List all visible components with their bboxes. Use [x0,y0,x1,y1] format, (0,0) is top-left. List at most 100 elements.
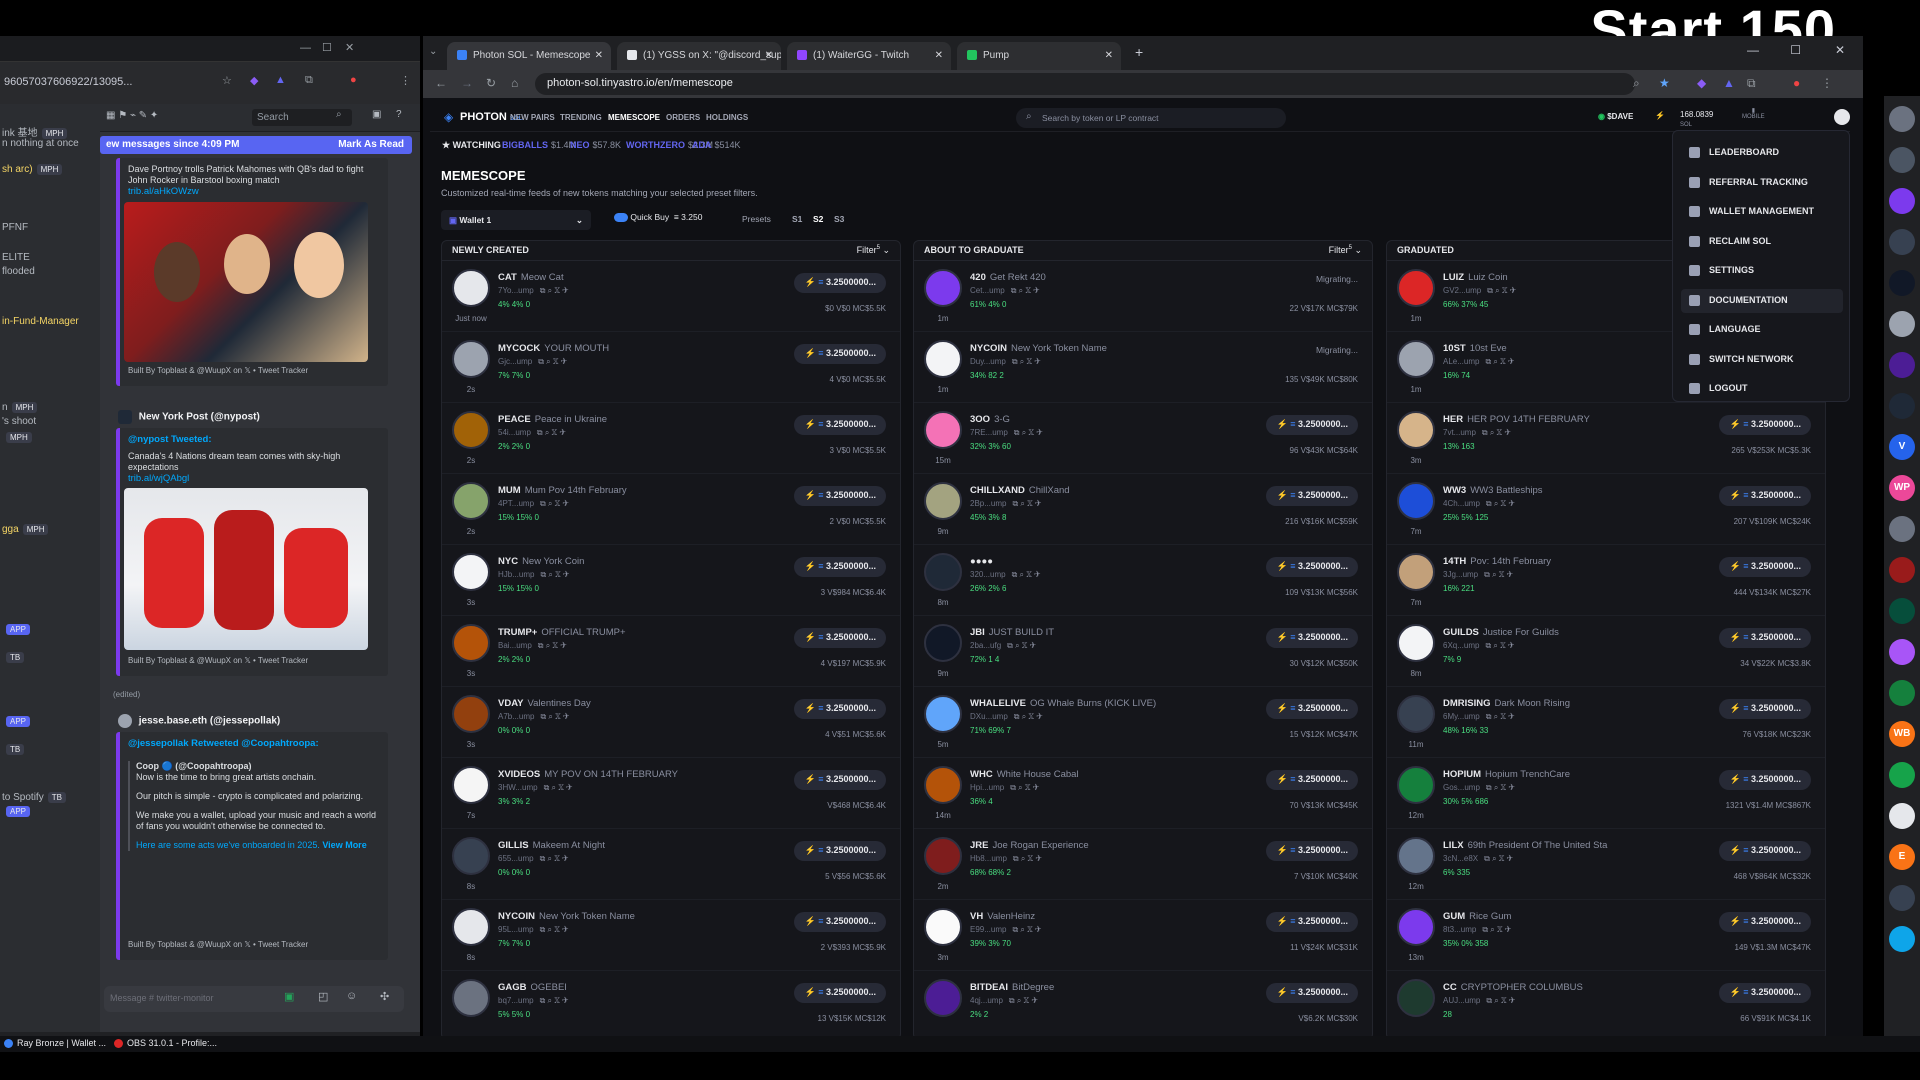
extension-icon[interactable]: ◆ [1697,76,1706,90]
threads-icon[interactable]: ▦ ⚑ ⌁ ✎ ✦ [106,110,158,121]
tab-1[interactable]: (1) YGSS on X: "@discord_supp ✕ [617,42,781,70]
channel-item[interactable]: MPH [2,432,35,443]
token-row[interactable]: 2s PEACE Peace in Ukraine 54i...ump ⧉ ⌕ 𝕏 ✈ 2… [442,403,900,474]
sidebar-app-icon[interactable] [1889,598,1915,624]
menu-item-reclaim-sol[interactable]: RECLAIM SOL [1681,230,1843,254]
quick-buy-button[interactable]: ⚡ ≡ 3.2500000... [1719,415,1811,435]
channel-item[interactable]: 's shoot [2,416,36,427]
quick-buy-button[interactable]: ⚡ ≡ 3.2500000... [1266,628,1358,648]
close-window-icon[interactable]: ✕ [1835,43,1845,57]
embed-title[interactable]: @jessepollak Retweeted @Coopahtroopa: [128,738,380,749]
token-avatar[interactable] [1397,766,1435,804]
help-icon[interactable]: ? [396,109,402,120]
new-messages-bar[interactable]: ew messages since 4:09 PM Mark As Read [100,136,412,154]
token-contract[interactable]: HJb...ump ⧉ ⌕ 𝕏 ✈ [498,570,569,580]
filter-button[interactable]: Filter5 ⌄ [857,245,890,256]
sidebar-app-icon[interactable] [1889,311,1915,337]
tab-0[interactable]: Photon SOL - Memescope ✕ [447,42,611,70]
gift-icon[interactable]: ◰ [318,990,328,1003]
new-tab-icon[interactable]: + [1135,44,1143,60]
quick-buy-button[interactable]: ⚡ ≡ 3.2500000... [794,699,886,719]
token-name[interactable]: XVIDEOS MY POV ON 14TH FEBRUARY [498,769,678,780]
sidebar-app-icon[interactable] [1889,352,1915,378]
quick-buy-button[interactable]: ⚡ ≡ 3.2500000... [1719,770,1811,790]
ticker-item[interactable]: BIGBALLS $1.4M [502,140,576,150]
token-avatar[interactable] [452,482,490,520]
gif-icon[interactable]: ▣ [284,990,294,1003]
token-avatar[interactable] [452,837,490,875]
back-icon[interactable]: ← [435,76,447,90]
puzzle-icon[interactable]: ⧉ [305,74,313,87]
token-avatar[interactable] [1397,482,1435,520]
token-search-input[interactable]: ⌕ Search by token or LP contract [1016,108,1286,128]
quick-buy-button[interactable]: ⚡ ≡ 3.2500000... [794,983,886,1003]
token-contract[interactable]: Cet...ump ⧉ ⌕ 𝕏 ✈ [970,286,1040,296]
menu-item-wallet-management[interactable]: WALLET MANAGEMENT [1681,200,1843,224]
star-icon[interactable]: ☆ [222,74,232,87]
token-contract[interactable]: Duy...ump ⧉ ⌕ 𝕏 ✈ [970,357,1041,367]
menu-item-referral-tracking[interactable]: REFERRAL TRACKING [1681,171,1843,195]
token-avatar[interactable] [452,553,490,591]
token-row[interactable]: 8m GUILDS Justice For Guilds 6Xq...ump ⧉ ⌕ 𝕏… [1387,616,1825,687]
token-contract[interactable]: 655...ump ⧉ ⌕ 𝕏 ✈ [498,854,568,864]
quick-buy-button[interactable]: ⚡ ≡ 3.2500000... [1719,841,1811,861]
token-name[interactable]: GUM Rice Gum [1443,911,1511,922]
channel-item[interactable]: n MPH [2,402,40,413]
token-name[interactable]: LILX 69th President Of The United Sta [1443,840,1607,851]
token-name[interactable]: MUM Mum Pov 14th February [498,485,627,496]
extension-icon[interactable]: ◆ [250,74,258,87]
channel-item[interactable]: TB [2,652,27,663]
bookmark-star-icon[interactable]: ★ [1659,76,1670,90]
channel-item[interactable]: PFNF [2,222,28,233]
token-row[interactable]: 7s XVIDEOS MY POV ON 14TH FEBRUARY 3HW...um… [442,758,900,829]
sidebar-app-icon[interactable] [1889,680,1915,706]
nav-holdings[interactable]: HOLDINGS [706,113,748,122]
quick-buy-button[interactable]: ⚡ ≡ 3.2500000... [1719,912,1811,932]
ticker-item[interactable]: ADA $514K [692,140,741,150]
token-row[interactable]: 3m VH ValenHeinz E99...ump ⧉ ⌕ 𝕏 ✈ 39% 3% 70 ⚡… [914,900,1372,971]
token-avatar[interactable] [924,411,962,449]
sidebar-app-icon[interactable] [1889,803,1915,829]
token-contract[interactable]: E99...ump ⧉ ⌕ 𝕏 ✈ [970,925,1041,935]
quick-buy-button[interactable]: ⚡ ≡ 3.2500000... [1266,699,1358,719]
token-row[interactable]: Just now CAT Meow Cat 7Yo...ump ⧉ ⌕ 𝕏 ✈ 4% 4%… [442,261,900,332]
token-contract[interactable]: 3cN...e8X ⧉ ⌕ 𝕏 ✈ [1443,854,1513,864]
token-name[interactable]: WHC White House Cabal [970,769,1079,780]
channel-item[interactable]: APP [2,716,33,727]
menu-item-language[interactable]: LANGUAGE [1681,318,1843,342]
token-avatar[interactable] [452,766,490,804]
token-contract[interactable]: Bai...ump ⧉ ⌕ 𝕏 ✈ [498,641,567,651]
taskbar-item[interactable]: Ray Bronze | Wallet ... [4,1038,106,1049]
token-avatar[interactable] [1397,695,1435,733]
channel-item[interactable]: gga MPH [2,524,51,535]
token-row[interactable]: 9m CHILLXAND ChillXand 2Bp...ump ⧉ ⌕ 𝕏 ✈ 45% … [914,474,1372,545]
quick-buy-button[interactable]: ⚡ ≡ 3.2500000... [1266,486,1358,506]
preset-s3[interactable]: S3 [834,214,844,224]
quick-buy-button[interactable]: ⚡ ≡ 3.2500000... [1719,628,1811,648]
channel-item[interactable]: TB [2,744,27,755]
token-row[interactable]: 1m 420 Get Rekt 420 Cet...ump ⧉ ⌕ 𝕏 ✈ 61% 4% … [914,261,1372,332]
emoji-icon[interactable]: ☺ [346,990,357,1002]
token-avatar[interactable] [1397,624,1435,662]
mark-as-read-button[interactable]: Mark As Read [338,139,404,150]
token-row[interactable]: 8m ●●●● 320...ump ⧉ ⌕ 𝕏 ✈ 26% 2% 6 ⚡ ≡ 3.2500… [914,545,1372,616]
token-contract[interactable]: 7vt...ump ⧉ ⌕ 𝕏 ✈ [1443,428,1511,438]
token-row[interactable]: 12m HOPIUM Hopium TrenchCare Gos...ump ⧉ ⌕ 𝕏… [1387,758,1825,829]
quick-buy-button[interactable]: ⚡ ≡ 3.2500000... [1266,557,1358,577]
token-avatar[interactable] [924,340,962,378]
token-name[interactable]: 14TH Pov: 14th February [1443,556,1551,567]
token-name[interactable]: LUIZ Luiz Coin [1443,272,1508,283]
wallet-select[interactable]: ▣ Wallet 1 ⌄ [441,210,591,230]
token-contract[interactable]: 6My...ump ⧉ ⌕ 𝕏 ✈ [1443,712,1515,722]
wallet-balance[interactable]: 168.0839 SOL [1680,110,1713,128]
puzzle-icon[interactable]: ⧉ [1747,76,1756,91]
token-row[interactable]: 14m WHC White House Cabal Hpi...ump ⧉ ⌕ 𝕏 ✈ 3… [914,758,1372,829]
token-name[interactable]: WW3 WW3 Battleships [1443,485,1543,496]
token-contract[interactable]: 4PT...ump ⧉ ⌕ 𝕏 ✈ [498,499,569,509]
quick-buy-button[interactable]: ⚡ ≡ 3.2500000... [794,628,886,648]
token-name[interactable]: ●●●● [970,556,997,567]
channel-item[interactable]: to Spotify TB [2,792,69,803]
left-url[interactable]: 96057037606922/13095... [4,76,132,88]
token-row[interactable]: 13m GUM Rice Gum 8t3...ump ⧉ ⌕ 𝕏 ✈ 35% 0% 358… [1387,900,1825,971]
token-row[interactable]: GAGB OGEBEI bq7...ump ⧉ ⌕ 𝕏 ✈ 5% 5% 0 ⚡ ≡ 3.2… [442,971,900,1039]
